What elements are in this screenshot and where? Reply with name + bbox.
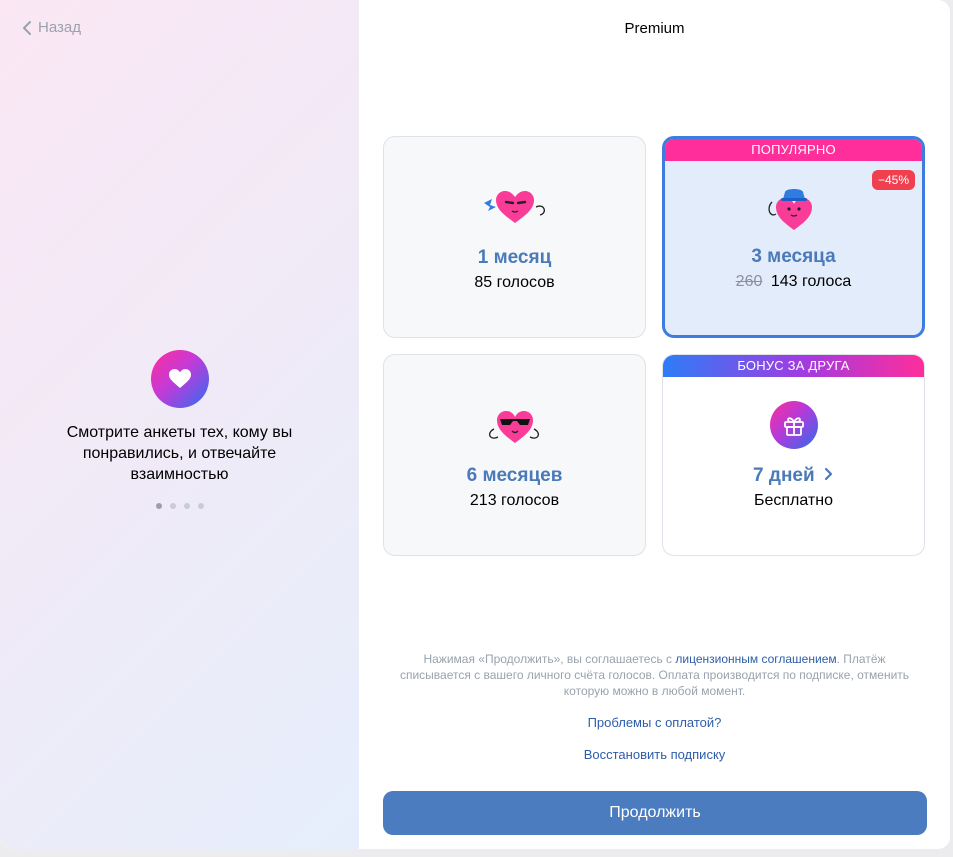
carousel-dot[interactable] (155, 503, 162, 509)
plan-price: Бесплатно (753, 492, 833, 509)
back-button[interactable]: Назад (22, 19, 81, 36)
heart-icon (150, 350, 209, 408)
license-agreement-link[interactable]: лицензионным соглашением (675, 652, 836, 666)
plan-price: 213 голосов (469, 492, 560, 509)
carousel-dots (0, 503, 359, 509)
plan-card-6-months[interactable]: 6 месяцев 213 голосов (383, 354, 646, 556)
restore-subscription-link[interactable]: Восстановить подписку (359, 747, 950, 762)
plan-card-3-months[interactable]: ПОПУЛЯРНО −45% 3 месяца 260 143 голоса (662, 136, 925, 338)
plan-price: 85 голосов (474, 274, 555, 291)
plan-name: 7 дней (753, 465, 815, 486)
gift-icon (769, 401, 818, 449)
carousel-dot[interactable] (169, 503, 176, 509)
chevron-left-icon (23, 20, 31, 35)
plan-name: 6 месяцев (466, 465, 563, 486)
premium-window: Назад Смотрите анкеты тех, кому вы понра… (0, 0, 950, 849)
friend-bonus-banner: БОНУС ЗА ДРУГА (663, 355, 924, 377)
payment-problems-link[interactable]: Проблемы с оплатой? (359, 715, 950, 730)
gift-art (663, 395, 924, 455)
popular-banner: ПОПУЛЯРНО (665, 139, 922, 161)
plan-price: 143 голоса (770, 273, 852, 290)
heart-with-hat-icon (665, 179, 922, 239)
plan-name: 3 месяца (751, 246, 836, 267)
chevron-right-icon (824, 467, 833, 481)
carousel-dot[interactable] (183, 503, 190, 509)
carousel-dot[interactable] (197, 503, 204, 509)
old-price: 260 (735, 273, 763, 290)
legal-notice: Нажимая «Продолжить», вы соглашаетесь с … (399, 651, 910, 699)
promo-panel: Назад Смотрите анкеты тех, кому вы понра… (0, 0, 359, 849)
plan-name-row: 7 дней (663, 465, 924, 487)
feature-description: Смотрите анкеты тех, кому вы понравились… (66, 424, 293, 483)
legal-prefix: Нажимая «Продолжить», вы соглашаетесь с (423, 652, 676, 666)
continue-button[interactable]: Продолжить (383, 791, 927, 835)
back-label: Назад (38, 19, 81, 36)
plans-panel: Premium 1 месяц 85 голосов ПОПУЛЯРНО −45… (359, 0, 950, 849)
plan-name: 1 месяц (477, 247, 552, 268)
heart-with-sunglasses-icon (384, 395, 645, 455)
page-title: Premium (624, 20, 685, 37)
plan-card-1-month[interactable]: 1 месяц 85 голосов (383, 136, 646, 338)
feature-slide: Смотрите анкеты тех, кому вы понравились… (0, 350, 359, 509)
heart-with-bird-icon (384, 177, 645, 237)
plan-card-friend-bonus[interactable]: БОНУС ЗА ДРУГА 7 дней Бесплатно (662, 354, 925, 556)
plan-price-row: 260 143 голоса (665, 273, 922, 291)
